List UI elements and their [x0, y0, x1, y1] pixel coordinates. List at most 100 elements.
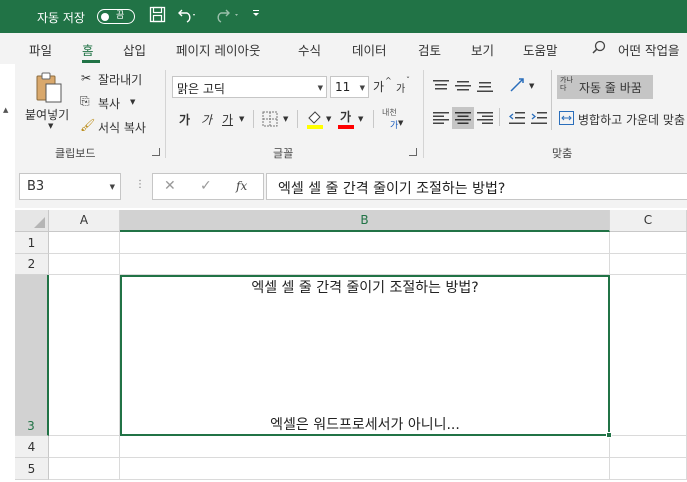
formula-buttons: ✕ ✓ fx [152, 173, 264, 200]
row-header-1[interactable]: 1 [15, 232, 49, 254]
format-painter-icon[interactable]: 🖌 [80, 118, 95, 132]
autosave-toggle[interactable]: 끔 [97, 9, 135, 24]
phonetic-dropdown-icon[interactable]: ▼ [398, 119, 403, 127]
tab-view[interactable]: 보기 [471, 40, 494, 59]
tab-home[interactable]: 홈 [82, 40, 94, 59]
phonetic-label[interactable]: 내천 [382, 107, 397, 118]
separator [253, 110, 254, 128]
fill-color-icon[interactable] [306, 109, 324, 132]
format-painter-button[interactable]: 서식 복사 [98, 119, 146, 136]
fill-handle[interactable] [606, 432, 612, 438]
cell-a5[interactable] [49, 458, 120, 480]
name-box[interactable]: B3 ▼ [19, 173, 121, 200]
cell-a2[interactable] [49, 254, 120, 275]
align-left-icon[interactable] [433, 112, 449, 127]
column-header-b[interactable]: B [120, 210, 610, 232]
cell-b4[interactable] [120, 436, 610, 458]
copy-button[interactable]: 복사 [98, 95, 120, 112]
cut-icon[interactable]: ✂ [81, 71, 91, 85]
cut-button[interactable]: 잘라내기 [98, 71, 142, 88]
align-right-icon[interactable] [477, 112, 493, 127]
cell-c5[interactable] [610, 458, 687, 480]
fill-color-dropdown-icon[interactable]: ▼ [326, 115, 331, 123]
row-header-5[interactable]: 5 [15, 458, 49, 480]
underline-button[interactable]: 가 [222, 111, 233, 128]
font-color-swatch [338, 125, 354, 129]
decrease-font-size-button[interactable]: 가 [396, 80, 405, 95]
cell-c3[interactable] [610, 275, 687, 436]
cell-a3[interactable] [49, 275, 120, 436]
italic-button[interactable]: 가 [201, 111, 212, 128]
copy-icon[interactable]: ⎘ [80, 94, 90, 109]
cell-a4[interactable] [49, 436, 120, 458]
align-top-icon[interactable] [433, 80, 449, 95]
increase-font-size-button[interactable]: 가 [373, 78, 384, 95]
enter-icon[interactable]: ✓ [200, 178, 212, 194]
collapse-arrow-icon[interactable]: ▲ [3, 106, 8, 114]
increase-font-caret-icon: ^ [385, 76, 392, 85]
formula-left-strip [0, 164, 15, 208]
increase-indent-icon[interactable] [531, 112, 547, 127]
row-header-2[interactable]: 2 [15, 254, 49, 275]
separator [165, 70, 166, 158]
cell-c1[interactable] [610, 232, 687, 254]
undo-icon[interactable] [177, 6, 197, 28]
cancel-icon[interactable]: ✕ [164, 178, 176, 194]
paste-icon[interactable] [35, 72, 63, 107]
tab-insert[interactable]: 삽입 [123, 40, 146, 59]
row-header-3[interactable]: 3 [15, 275, 49, 436]
paste-dropdown-icon[interactable]: ▼ [48, 122, 53, 130]
paste-button[interactable]: 붙여넣기 [25, 106, 69, 123]
tab-data[interactable]: 데이터 [352, 40, 387, 59]
font-launcher-icon[interactable] [409, 148, 417, 156]
borders-icon[interactable] [262, 111, 278, 130]
select-all-button[interactable] [15, 210, 49, 232]
ribbon: 붙여넣기 ▼ ✂ 잘라내기 ⎘ 복사 ▼ 🖌 서식 복사 클립보드 맑은 고딕 … [15, 64, 687, 164]
customize-qat-icon[interactable] [252, 6, 260, 26]
row-header-4[interactable]: 4 [15, 436, 49, 458]
cell-a1[interactable] [49, 232, 120, 254]
font-color-button[interactable]: 가 [340, 108, 351, 125]
borders-dropdown-icon[interactable]: ▼ [283, 115, 288, 123]
grid-left-strip [0, 208, 15, 482]
redo-icon[interactable] [213, 6, 241, 28]
cell-b5[interactable] [120, 458, 610, 480]
chevron-down-icon: ▼ [317, 84, 323, 92]
align-center-icon [455, 112, 471, 127]
bold-button[interactable]: 가 [179, 111, 190, 128]
tab-review[interactable]: 검토 [418, 40, 441, 59]
merge-center-icon[interactable] [559, 111, 574, 128]
column-header-a[interactable]: A [49, 210, 120, 232]
align-bottom-icon[interactable] [477, 80, 493, 95]
cell-c2[interactable] [610, 254, 687, 275]
decrease-indent-icon[interactable] [508, 112, 525, 127]
save-icon[interactable] [149, 6, 166, 28]
merge-center-button[interactable]: 병합하고 가운데 맞춤 [578, 111, 685, 128]
tab-file[interactable]: 파일 [29, 40, 52, 59]
cell-b1[interactable] [120, 232, 610, 254]
orientation-icon[interactable] [509, 77, 527, 96]
toggle-knob [101, 12, 109, 21]
column-header-c[interactable]: C [610, 210, 687, 232]
font-color-dropdown-icon[interactable]: ▼ [358, 115, 363, 123]
title-bar: 자동 저장 끔 [0, 0, 687, 33]
insert-function-button[interactable]: fx [236, 179, 247, 193]
copy-dropdown-icon[interactable]: ▼ [130, 98, 135, 106]
tab-page-layout[interactable]: 페이지 레이아웃 [176, 40, 260, 59]
clipboard-launcher-icon[interactable] [152, 148, 160, 156]
search-box[interactable]: 어떤 작업을 [618, 40, 679, 59]
active-cell-border [120, 275, 610, 436]
font-size-select[interactable]: 11 ▼ [330, 76, 369, 98]
select-all-icon [34, 217, 45, 228]
orientation-dropdown-icon[interactable]: ▼ [529, 82, 534, 90]
tab-formulas[interactable]: 수식 [298, 40, 321, 59]
align-middle-icon[interactable] [455, 80, 471, 95]
tab-help[interactable]: 도움말 [523, 40, 558, 59]
underline-dropdown-icon[interactable]: ▼ [239, 115, 244, 123]
font-name-select[interactable]: 맑은 고딕 ▼ [172, 76, 327, 98]
search-icon[interactable] [592, 40, 606, 57]
cell-b2[interactable] [120, 254, 610, 275]
formula-input[interactable]: 엑셀 셀 줄 간격 줄이기 조절하는 방법? [266, 173, 687, 200]
separator [499, 108, 500, 126]
cell-c4[interactable] [610, 436, 687, 458]
